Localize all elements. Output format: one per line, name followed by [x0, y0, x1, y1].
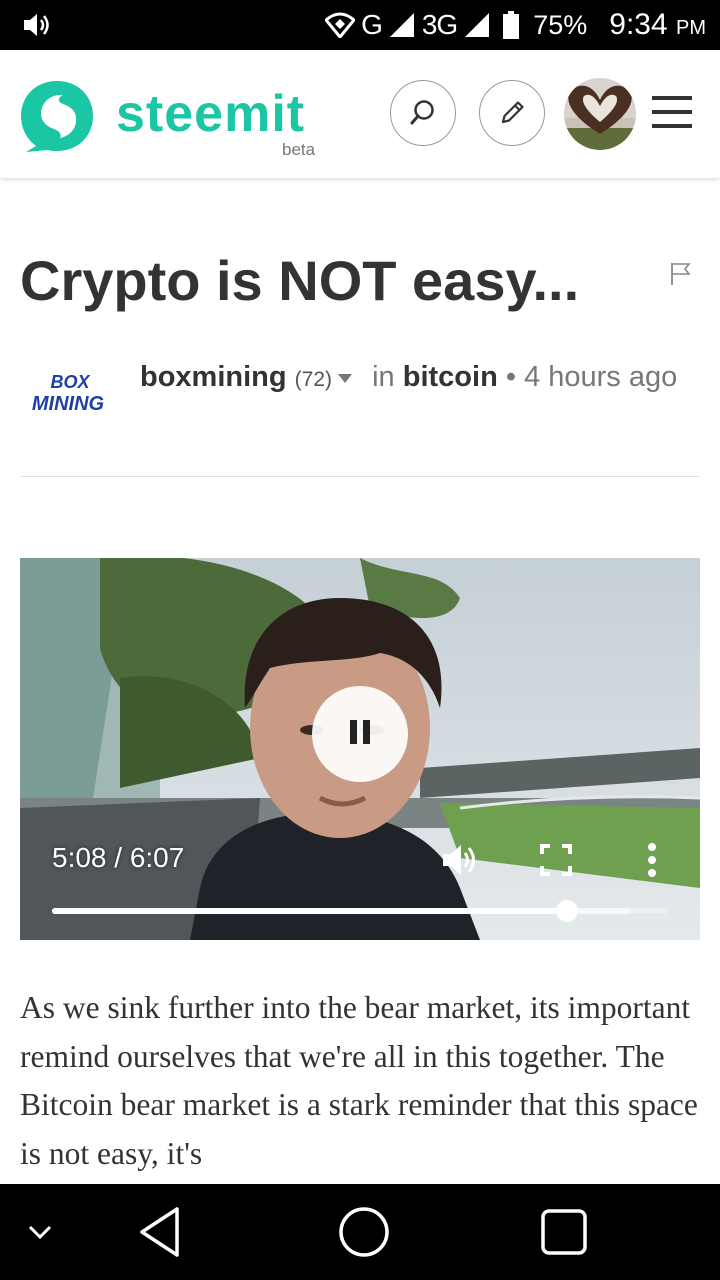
back-triangle-icon	[140, 1207, 179, 1257]
signal-icon-2	[465, 13, 490, 37]
home-circle-icon	[339, 1207, 389, 1257]
volume-icon	[24, 14, 49, 36]
android-nav-bar	[0, 1184, 720, 1280]
pause-button[interactable]	[312, 686, 408, 782]
volume-icon[interactable]	[440, 840, 480, 880]
status-bar: G 3G 75% 9:34 PM	[0, 0, 720, 50]
author-avatar[interactable]: BOX MINING	[22, 370, 114, 414]
post-body: As we sink further into the bear market,…	[20, 990, 698, 1171]
author-reputation: (72)	[294, 368, 333, 391]
search-icon	[410, 100, 434, 125]
pause-icon	[347, 719, 373, 749]
pencil-icon	[501, 101, 524, 124]
author-logo-line2: MINING	[32, 393, 104, 414]
in-label: in	[372, 361, 395, 393]
author-logo-line1: BOX	[50, 372, 90, 392]
category-link[interactable]: bitcoin	[403, 361, 498, 393]
post-title: Crypto is NOT easy...	[20, 249, 580, 312]
post-time: 4 hours ago	[524, 361, 678, 393]
steemit-logo-icon[interactable]	[18, 78, 96, 154]
network-type-g: G	[361, 9, 383, 40]
logo-text[interactable]: steemit	[116, 84, 305, 144]
logo-beta-label: beta	[282, 140, 316, 159]
author-dropdown-icon[interactable]	[338, 373, 353, 383]
signal-icon	[389, 13, 414, 37]
site-header: steemit beta	[0, 50, 720, 178]
home-button[interactable]	[334, 1184, 394, 1280]
video-progress-bar[interactable]	[52, 900, 668, 922]
compose-button[interactable]	[479, 80, 545, 146]
video-player[interactable]: 5:08 / 6:07	[20, 558, 700, 940]
battery-percent: 75%	[533, 9, 588, 40]
clock-ampm: PM	[676, 17, 706, 39]
recents-square-icon	[541, 1209, 587, 1255]
clock: 9:34 PM	[609, 8, 706, 42]
hamburger-menu-icon[interactable]	[652, 96, 692, 128]
divider	[20, 476, 700, 477]
search-button[interactable]	[390, 80, 456, 146]
chevron-down-icon	[28, 1225, 52, 1240]
wifi-icon	[325, 12, 356, 38]
more-options-icon[interactable]	[632, 840, 672, 880]
hide-keyboard-button[interactable]	[18, 1184, 62, 1280]
clock-time: 9:34	[609, 8, 668, 41]
video-played-bar	[52, 908, 568, 914]
fullscreen-icon[interactable]	[536, 840, 576, 880]
network-type-3g: 3G	[421, 9, 458, 40]
flag-icon[interactable]	[670, 262, 692, 286]
post-byline: boxmining (72) in bitcoin • 4 hours ago	[140, 361, 678, 393]
user-avatar[interactable]	[564, 78, 636, 150]
battery-icon	[503, 11, 520, 39]
video-time: 5:08 / 6:07	[52, 842, 185, 873]
author-link[interactable]: boxmining	[140, 361, 287, 393]
recent-apps-button[interactable]	[534, 1184, 594, 1280]
back-button[interactable]	[130, 1184, 190, 1280]
